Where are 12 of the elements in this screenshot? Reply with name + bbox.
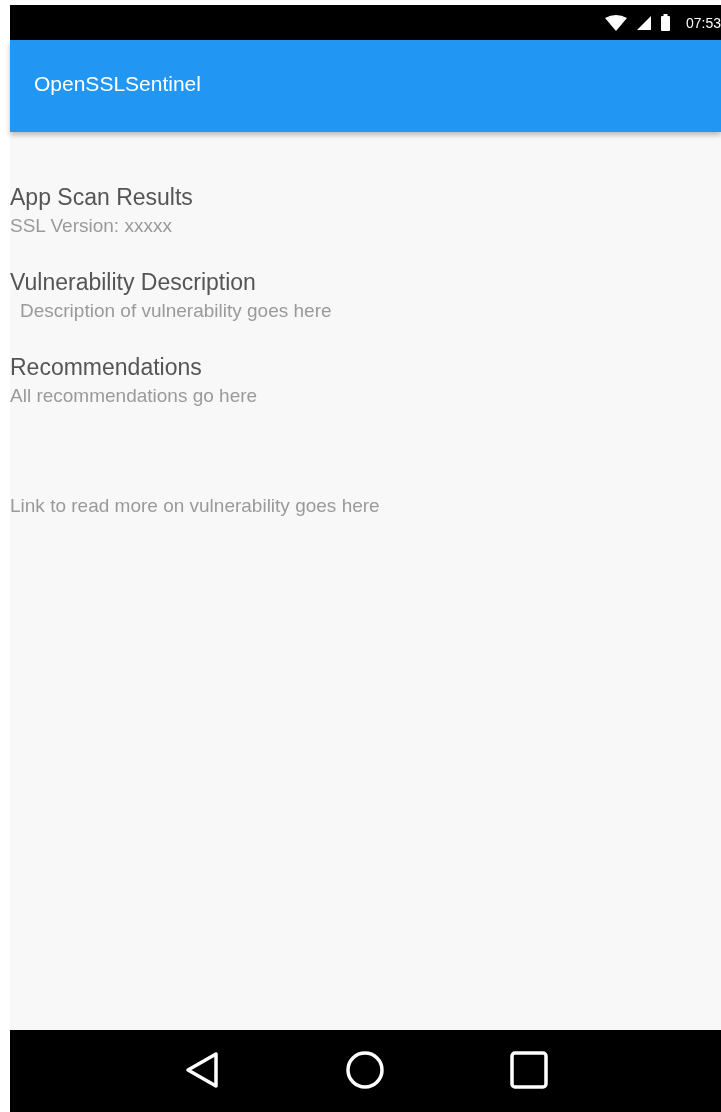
section-heading: App Scan Results [10,183,194,212]
battery-icon [660,14,670,31]
section-text: All recommendations go here [10,384,259,408]
section-text: SSL Version: xxxxx [10,214,173,238]
clock-time: 07:53 [685,14,721,31]
section-heading: Recommendations [10,353,203,382]
app-title: OpenSSLSentinel [34,72,201,96]
signal-icon [636,15,651,30]
wifi-icon [604,14,627,31]
section-heading: Vulnerability Description [10,268,257,297]
section-text: Description of vulnerability goes here [19,299,333,323]
read-more-link[interactable]: Link to read more on vulnerability goes here [10,495,380,517]
